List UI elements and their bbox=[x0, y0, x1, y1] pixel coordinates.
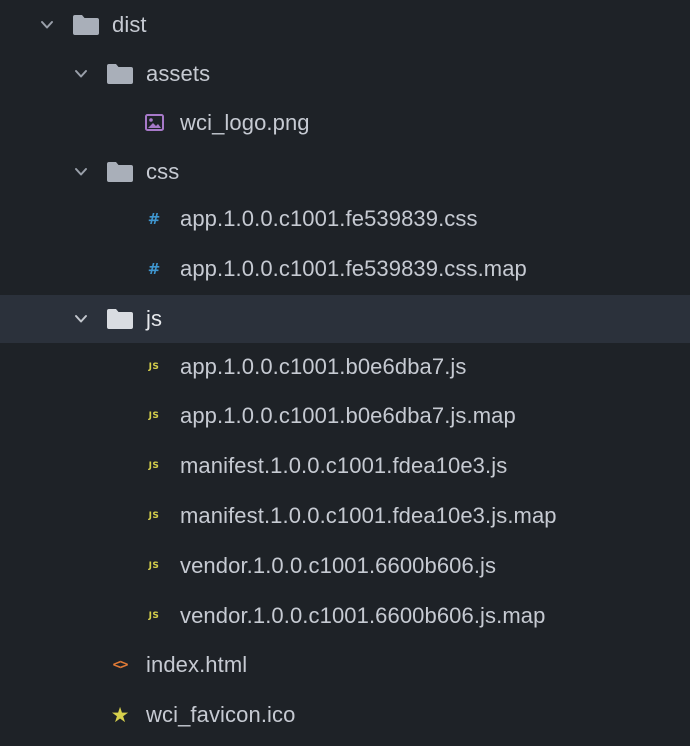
file-row[interactable]: # app.1.0.0.c1001.fe539839.css.map bbox=[0, 244, 690, 293]
chevron-down-icon[interactable] bbox=[74, 69, 88, 79]
folder-row-js[interactable]: js bbox=[0, 295, 690, 343]
file-row[interactable]: JS vendor.1.0.0.c1001.6600b606.js bbox=[0, 541, 690, 590]
code-icon: <> bbox=[112, 656, 129, 673]
file-label: vendor.1.0.0.c1001.6600b606.js bbox=[180, 552, 497, 578]
image-icon bbox=[145, 113, 164, 131]
js-icon: JS bbox=[148, 410, 160, 421]
folder-icon bbox=[73, 14, 99, 35]
star-icon: ★ bbox=[110, 702, 130, 727]
file-tree: dist assets wci_logo.png css # app.1.0.0… bbox=[0, 0, 690, 746]
file-label: vendor.1.0.0.c1001.6600b606.js.map bbox=[180, 602, 546, 628]
chevron-down-icon[interactable] bbox=[74, 314, 88, 324]
folder-icon bbox=[107, 309, 133, 329]
folder-label: js bbox=[146, 306, 163, 331]
file-label: manifest.1.0.0.c1001.fdea10e3.js bbox=[180, 452, 508, 478]
hash-icon: # bbox=[147, 259, 161, 278]
file-label: app.1.0.0.c1001.fe539839.css.map bbox=[180, 255, 527, 281]
folder-row-assets[interactable]: assets bbox=[0, 49, 690, 98]
file-row[interactable]: JS app.1.0.0.c1001.b0e6dba7.js.map bbox=[0, 391, 690, 440]
file-row[interactable]: JS manifest.1.0.0.c1001.fdea10e3.js bbox=[0, 441, 690, 490]
js-icon: JS bbox=[148, 510, 160, 521]
file-row[interactable]: <> index.html bbox=[0, 640, 690, 689]
file-label: wci_favicon.ico bbox=[146, 701, 296, 727]
folder-row-css[interactable]: css bbox=[0, 147, 690, 196]
folder-label: dist bbox=[112, 11, 147, 37]
chevron-down-icon[interactable] bbox=[40, 20, 54, 30]
folder-label: css bbox=[146, 158, 180, 184]
js-icon: JS bbox=[148, 560, 160, 571]
file-row[interactable]: JS app.1.0.0.c1001.b0e6dba7.js bbox=[0, 342, 690, 391]
js-icon: JS bbox=[148, 460, 160, 471]
folder-label: assets bbox=[146, 60, 211, 86]
hash-icon: # bbox=[147, 209, 161, 228]
file-label: manifest.1.0.0.c1001.fdea10e3.js.map bbox=[180, 502, 557, 528]
folder-row-dist[interactable]: dist bbox=[0, 0, 690, 49]
file-row[interactable]: # app.1.0.0.c1001.fe539839.css bbox=[0, 194, 690, 243]
file-row[interactable]: JS vendor.1.0.0.c1001.6600b606.js.map bbox=[0, 591, 690, 640]
file-label: app.1.0.0.c1001.fe539839.css bbox=[180, 205, 478, 231]
file-label: wci_logo.png bbox=[180, 109, 310, 135]
chevron-down-icon[interactable] bbox=[74, 167, 88, 177]
file-label: app.1.0.0.c1001.b0e6dba7.js.map bbox=[180, 402, 516, 428]
folder-icon bbox=[107, 63, 133, 84]
file-label: index.html bbox=[146, 651, 248, 677]
file-row[interactable]: JS manifest.1.0.0.c1001.fdea10e3.js.map bbox=[0, 491, 690, 540]
file-row[interactable]: ★ wci_favicon.ico bbox=[0, 690, 690, 739]
js-icon: JS bbox=[148, 610, 160, 621]
js-icon: JS bbox=[148, 361, 160, 372]
file-label: app.1.0.0.c1001.b0e6dba7.js bbox=[180, 353, 467, 379]
file-row[interactable]: wci_logo.png bbox=[0, 98, 690, 147]
folder-icon bbox=[107, 161, 133, 182]
